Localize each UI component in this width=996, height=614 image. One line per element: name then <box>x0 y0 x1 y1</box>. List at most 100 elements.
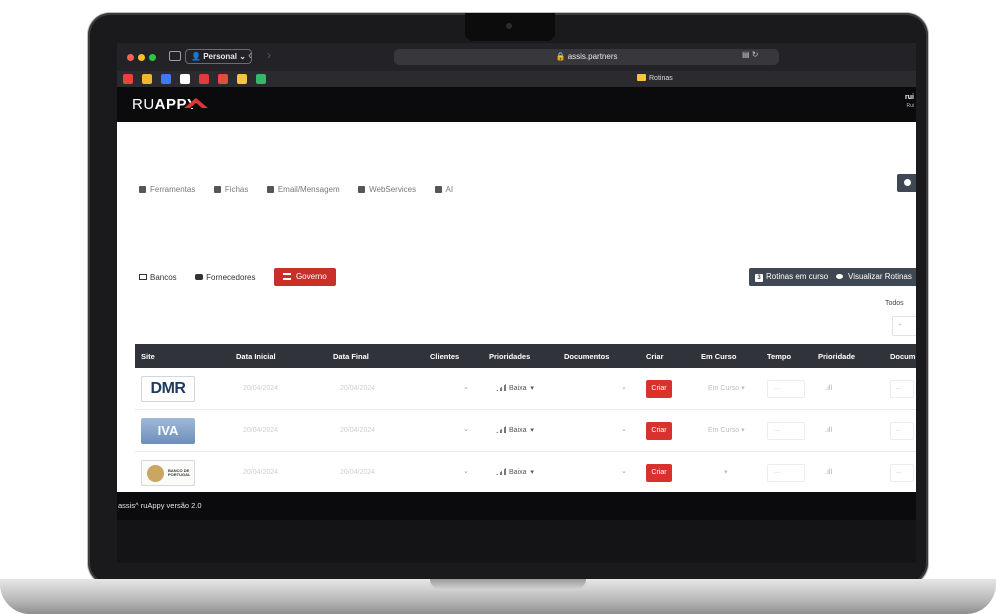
profile-button[interactable]: 👤 Personal ⌄ <box>185 49 252 64</box>
translate-icon[interactable]: ▤ ↻ <box>742 50 758 59</box>
iva-logo[interactable]: IVA <box>141 418 195 444</box>
nav-fichas[interactable]: Fichas <box>213 185 248 194</box>
bookmark-folder-rotinas[interactable]: Rotinas <box>637 74 673 84</box>
prioridade-select[interactable]: Baixa ▾ <box>496 384 534 392</box>
browser-titlebar: 👤 Personal ⌄ ‹ › 🔒 assis.partners ▤ ↻ <box>117 43 916 71</box>
bookmark-favicon[interactable] <box>199 74 209 84</box>
bookmark-favicon[interactable] <box>142 74 152 84</box>
forward-arrow-icon[interactable]: › <box>267 48 271 62</box>
tempo-input[interactable]: ... <box>767 464 805 482</box>
visualizar-rotinas-button[interactable]: Visualizar Rotinas <box>830 268 916 286</box>
col-prioridade: Prioridade <box>818 352 856 361</box>
address-bar[interactable]: 🔒 assis.partners <box>394 49 779 65</box>
documentos-input[interactable]: ... <box>890 422 914 440</box>
table-header: Site Data Inicial Data Final Clientes Pr… <box>135 344 916 368</box>
top-nav: Ferramentas Fichas Email/Mensagem WebSer… <box>139 179 467 194</box>
bookmark-favicon[interactable] <box>237 74 247 84</box>
laptop-base-notch <box>430 579 586 589</box>
data-inicial-input[interactable]: 20/04/2024 <box>243 385 278 392</box>
clientes-dropdown-chevron-icon[interactable]: ⌄ <box>463 467 469 475</box>
col-documentos-2: Docum <box>890 352 916 361</box>
data-final-input[interactable]: 20/04/2024 <box>340 385 375 392</box>
prioridade-signal-icon: .ıll <box>825 469 832 476</box>
tab-fornecedores[interactable]: Fornecedores <box>195 273 256 282</box>
documentos-dropdown-chevron-icon[interactable]: ⌄ <box>621 425 627 433</box>
table-row: DMR 20/04/2024 20/04/2024 ⌄ Baixa ▾ ⌄ Cr… <box>135 368 916 410</box>
envelope-icon <box>266 186 274 193</box>
bookmark-favicon[interactable] <box>123 74 133 84</box>
user-menu[interactable]: rui Rui <box>905 94 914 109</box>
col-em-curso: Em Curso <box>701 352 737 361</box>
tempo-input[interactable]: ... <box>767 422 805 440</box>
routines-table: Site Data Inicial Data Final Clientes Pr… <box>135 344 916 494</box>
clientes-dropdown-chevron-icon[interactable]: ⌄ <box>463 383 469 391</box>
prioridade-select[interactable]: Baixa ▾ <box>496 468 534 476</box>
col-clientes: Clientes <box>430 352 460 361</box>
sidebar-toggle-icon[interactable] <box>169 51 181 61</box>
clientes-dropdown-chevron-icon[interactable]: ⌄ <box>463 425 469 433</box>
tempo-input[interactable]: ... <box>767 380 805 398</box>
cloud-icon <box>358 186 366 193</box>
user-name: rui <box>905 94 914 101</box>
bookmark-favicon[interactable] <box>161 74 171 84</box>
tab-bancos[interactable]: Bancos <box>139 273 177 282</box>
documentos-dropdown-chevron-icon[interactable]: ⌄ <box>621 383 627 391</box>
em-curso-select[interactable]: ▾ <box>724 468 728 476</box>
bookmark-favicon[interactable] <box>218 74 228 84</box>
nav-ai[interactable]: AI <box>434 185 453 194</box>
rotinas-em-curso-button[interactable]: 3 Rotinas em curso <box>749 268 835 286</box>
nav-ferramentas[interactable]: Ferramentas <box>139 185 195 194</box>
prioridade-select[interactable]: Baixa ▾ <box>496 426 534 434</box>
filter-input[interactable]: + <box>892 316 916 336</box>
robot-icon <box>434 186 442 193</box>
col-prioridades: Prioridades <box>489 352 531 361</box>
screen: 👤 Personal ⌄ ‹ › 🔒 assis.partners ▤ ↻ Ro… <box>117 43 916 563</box>
nav-email-mensagem[interactable]: Email/Mensagem <box>266 185 340 194</box>
bdp-seal-icon <box>147 465 164 482</box>
data-inicial-input[interactable]: 20/04/2024 <box>243 469 278 476</box>
col-data-inicial: Data Inicial <box>236 352 276 361</box>
minimize-window-button[interactable] <box>138 54 145 61</box>
criar-button[interactable]: Criar <box>646 464 672 482</box>
app-footer: assis^ ruAppy versão 2.0 <box>117 492 916 520</box>
back-arrow-icon[interactable]: ‹ <box>248 48 252 62</box>
bdp-logo-text: BANCO DE PORTUGAL <box>168 468 191 477</box>
bookmarks-bar: Rotinas <box>117 71 916 87</box>
maximize-window-button[interactable] <box>149 54 156 61</box>
bookmark-favicon[interactable] <box>256 74 266 84</box>
col-data-final: Data Final <box>333 352 369 361</box>
signal-bars-icon <box>496 384 506 391</box>
banco-de-portugal-logo[interactable]: BANCO DE PORTUGAL <box>141 460 195 486</box>
close-window-button[interactable] <box>127 54 134 61</box>
signal-bars-icon <box>496 468 506 475</box>
bank-icon <box>282 273 291 280</box>
em-curso-select[interactable]: Em Curso ▾ <box>708 426 745 434</box>
documentos-dropdown-chevron-icon[interactable]: ⌄ <box>621 467 627 475</box>
wrench-icon <box>139 186 146 193</box>
camera-icon <box>506 23 512 29</box>
dmr-logo[interactable]: DMR <box>141 376 195 402</box>
data-final-input[interactable]: 20/04/2024 <box>340 427 375 434</box>
criar-button[interactable]: Criar <box>646 380 672 398</box>
criar-button[interactable]: Criar <box>646 422 672 440</box>
table-row: IVA 20/04/2024 20/04/2024 ⌄ Baixa ▾ ⌄ Cr… <box>135 410 916 452</box>
bookmark-favicon[interactable] <box>180 74 190 84</box>
filter-label: Todos <box>885 300 904 307</box>
col-site: Site <box>141 352 155 361</box>
profile-label: Personal <box>203 52 237 61</box>
documentos-input[interactable]: ... <box>890 380 914 398</box>
col-documentos: Documentos <box>564 352 610 361</box>
documentos-input[interactable]: ... <box>890 464 914 482</box>
tab-governo[interactable]: Governo <box>273 268 336 286</box>
data-final-input[interactable]: 20/04/2024 <box>340 469 375 476</box>
prioridade-signal-icon: .ıll <box>825 385 832 392</box>
data-inicial-input[interactable]: 20/04/2024 <box>243 427 278 434</box>
settings-button[interactable] <box>897 174 916 192</box>
nav-webservices[interactable]: WebServices <box>358 185 416 194</box>
col-criar: Criar <box>646 352 664 361</box>
app-header: RUAPPY rui Rui <box>117 87 916 122</box>
url-text: assis.partners <box>567 52 618 61</box>
em-curso-select[interactable]: Em Curso ▾ <box>708 384 745 392</box>
table-row: BANCO DE PORTUGAL 20/04/2024 20/04/2024 … <box>135 452 916 494</box>
screen-bottom <box>117 520 916 563</box>
